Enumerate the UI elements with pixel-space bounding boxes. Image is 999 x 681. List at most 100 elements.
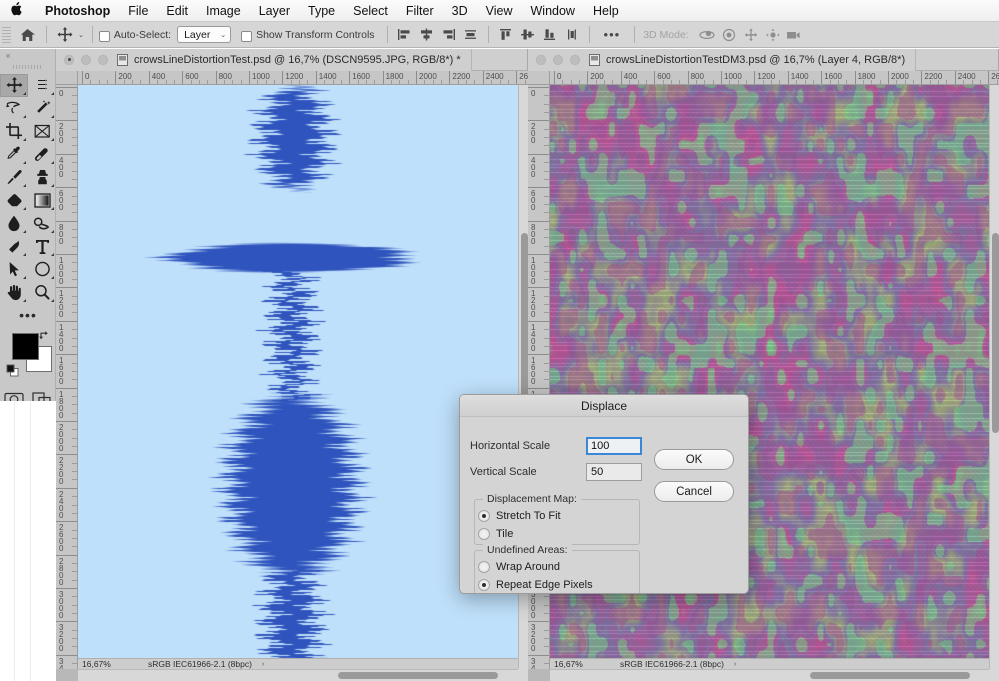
zoom-button[interactable] <box>98 55 108 65</box>
tool-crop[interactable] <box>0 120 28 143</box>
tool-zoom[interactable] <box>28 281 56 304</box>
menu-item-photoshop[interactable]: Photoshop <box>36 4 119 18</box>
apple-menu-icon[interactable] <box>10 2 22 18</box>
3d-camera-icon[interactable] <box>784 25 806 45</box>
3d-roll-icon[interactable] <box>718 25 740 45</box>
repeat-edge-pixels-radio[interactable] <box>478 579 490 591</box>
status-menu-caret-left[interactable]: › <box>262 661 264 668</box>
show-transform-controls-checkbox[interactable] <box>241 31 252 42</box>
tool-clone-stamp[interactable] <box>28 166 56 189</box>
cancel-button[interactable]: Cancel <box>654 481 734 502</box>
horizontal-scale-input[interactable]: 100 <box>586 437 642 455</box>
tool-ellipse[interactable] <box>28 258 56 281</box>
status-menu-caret-right[interactable]: › <box>734 661 736 668</box>
tile-radio[interactable] <box>478 528 490 540</box>
align-left-edges-icon[interactable] <box>394 25 416 45</box>
menu-item-window[interactable]: Window <box>522 4 584 18</box>
3d-pan-icon[interactable] <box>740 25 762 45</box>
tool-slice[interactable] <box>28 120 56 143</box>
toolbox-drag-handle[interactable] <box>13 62 43 71</box>
distribute-horizontal-icon[interactable] <box>460 25 482 45</box>
stretch-to-fit-radio[interactable] <box>478 510 490 522</box>
menu-item-file[interactable]: File <box>119 4 157 18</box>
menu-item-view[interactable]: View <box>477 4 522 18</box>
tool-eyedropper[interactable] <box>0 143 28 166</box>
auto-select-checkbox[interactable] <box>99 31 110 42</box>
menu-item-filter[interactable]: Filter <box>397 4 443 18</box>
align-top-edges-icon[interactable] <box>495 25 517 45</box>
repeat-edge-pixels-radio-row[interactable]: Repeat Edge Pixels <box>478 579 593 591</box>
align-right-edges-icon[interactable] <box>438 25 460 45</box>
horizontal-scrollbar-left[interactable] <box>78 669 518 681</box>
tool-type[interactable] <box>28 235 56 258</box>
vertical-scale-input[interactable]: 50 <box>586 463 642 481</box>
displace-dialog[interactable]: Displace Horizontal Scale 100 Vertical S… <box>459 394 749 594</box>
menu-item-help[interactable]: Help <box>584 4 628 18</box>
tool-options-caret[interactable]: ⌄ <box>78 31 84 39</box>
scrollbar-thumb[interactable] <box>810 672 970 679</box>
menu-item-type[interactable]: Type <box>299 4 344 18</box>
ok-button[interactable]: OK <box>654 449 734 470</box>
close-button[interactable] <box>536 55 546 65</box>
scrollbar-thumb[interactable] <box>338 672 498 679</box>
options-bar-grip[interactable] <box>2 27 11 43</box>
menu-item-edit[interactable]: Edit <box>157 4 197 18</box>
default-colors-icon[interactable] <box>6 364 19 382</box>
3d-slide-icon[interactable] <box>762 25 784 45</box>
horizontal-ruler-left[interactable]: 0200400600800100012001400160018002000220… <box>78 71 528 85</box>
auto-select-scope-dropdown[interactable]: Layer ⌄ <box>177 26 231 43</box>
align-bottom-edges-icon[interactable] <box>539 25 561 45</box>
tool-more-triangle-icon <box>23 161 26 164</box>
menu-item-image[interactable]: Image <box>197 4 250 18</box>
tool-path-selection[interactable] <box>0 258 28 281</box>
vertical-scrollbar-right[interactable] <box>989 85 999 669</box>
horizontal-ruler-right[interactable]: 0200400600800100012001400160018002000220… <box>550 71 999 85</box>
vertical-ruler-left[interactable]: 0200400600800100012001400160018002000220… <box>56 85 78 669</box>
menu-item-3d[interactable]: 3D <box>443 4 477 18</box>
menu-item-select[interactable]: Select <box>344 4 397 18</box>
tool-move[interactable] <box>0 74 28 97</box>
swap-colors-icon[interactable] <box>39 330 50 344</box>
edit-toolbar-dots-icon: ••• <box>19 312 37 318</box>
tool-magic-wand[interactable] <box>28 97 56 120</box>
canvas-left[interactable] <box>78 85 518 669</box>
tool-brush[interactable] <box>0 166 28 189</box>
3d-orbit-icon[interactable] <box>696 25 718 45</box>
align-horizontal-centers-icon[interactable] <box>416 25 438 45</box>
tool-gradient[interactable] <box>28 189 56 212</box>
ruler-tick-label: 400 <box>59 157 66 178</box>
minimize-button[interactable] <box>553 55 563 65</box>
tool-hand[interactable] <box>0 281 28 304</box>
toolbox-collapse-button[interactable]: « <box>0 49 55 61</box>
zoom-level-right[interactable]: 16,67% <box>554 659 620 669</box>
tool-healing-brush[interactable] <box>28 143 56 166</box>
close-button[interactable] <box>64 55 74 65</box>
foreground-color-swatch[interactable] <box>12 333 39 360</box>
scrollbar-thumb[interactable] <box>992 233 999 433</box>
tool-eraser[interactable] <box>0 189 28 212</box>
tool-blur[interactable] <box>0 212 28 235</box>
wrap-around-radio[interactable] <box>478 561 490 573</box>
more-options-button[interactable]: ••• <box>596 31 629 39</box>
horizontal-scrollbar-right[interactable] <box>550 669 989 681</box>
ruler-corner-right[interactable] <box>528 71 550 85</box>
menu-item-layer[interactable]: Layer <box>250 4 299 18</box>
ruler-corner-left[interactable] <box>56 71 78 85</box>
zoom-button[interactable] <box>570 55 580 65</box>
edit-toolbar-button[interactable]: ••• <box>0 304 56 326</box>
tool-dodge[interactable] <box>28 212 56 235</box>
zoom-level-left[interactable]: 16,67% <box>82 659 148 669</box>
tool-artboard[interactable] <box>28 74 56 97</box>
align-vertical-centers-icon[interactable] <box>517 25 539 45</box>
document-tab-right[interactable]: crowsLineDistortionTestDM3.psd @ 16,7% (… <box>528 49 916 71</box>
document-tab-left[interactable]: crowsLineDistortionTest.psd @ 16,7% (DSC… <box>56 49 472 71</box>
current-tool-move[interactable]: ⌄ <box>53 27 86 43</box>
minimize-button[interactable] <box>81 55 91 65</box>
distribute-vertical-icon[interactable] <box>561 25 583 45</box>
tool-lasso[interactable] <box>0 97 28 120</box>
home-icon[interactable] <box>14 28 40 42</box>
stretch-to-fit-radio-row[interactable]: Stretch To Fit <box>478 510 561 522</box>
tool-pen[interactable] <box>0 235 28 258</box>
wrap-around-radio-row[interactable]: Wrap Around <box>478 561 560 573</box>
tile-radio-row[interactable]: Tile <box>478 528 513 540</box>
